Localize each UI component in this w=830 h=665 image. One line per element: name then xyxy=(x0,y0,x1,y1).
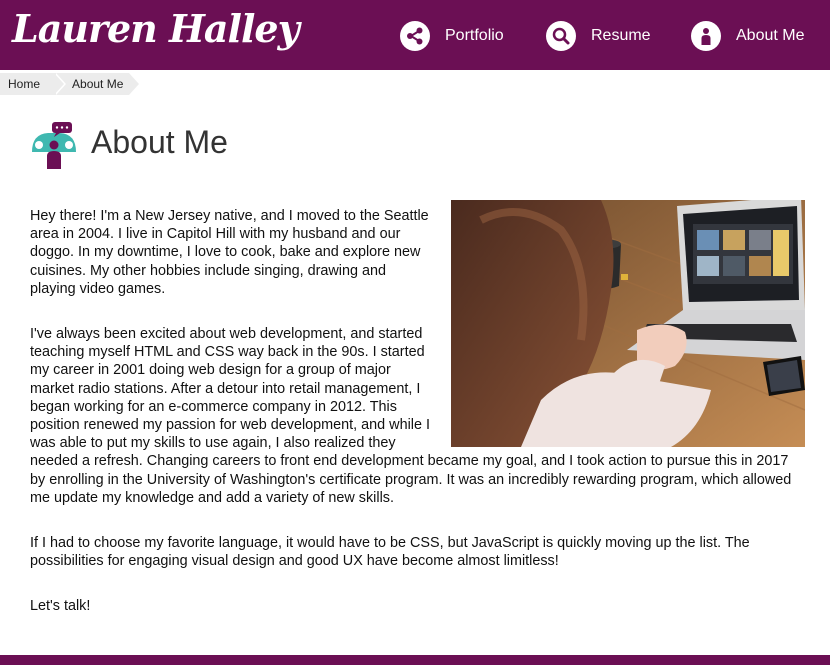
breadcrumb-home[interactable]: Home xyxy=(0,73,67,95)
search-icon xyxy=(546,21,576,51)
site-logo[interactable]: Lauren Halley xyxy=(12,6,300,51)
nav-label-about-me: About Me xyxy=(736,27,805,44)
footer-bar xyxy=(0,655,830,665)
paragraph-languages: If I had to choose my favorite language,… xyxy=(30,535,750,570)
breadcrumb: Home About Me xyxy=(0,73,140,95)
workspace-photo xyxy=(451,200,805,447)
page-title: About Me xyxy=(91,124,228,160)
share-icon xyxy=(400,21,430,51)
nav-item-portfolio[interactable]: Portfolio xyxy=(400,20,504,52)
nav-label-portfolio: Portfolio xyxy=(445,27,504,44)
nav-label-resume: Resume xyxy=(591,27,651,44)
nav-item-about-me[interactable]: About Me xyxy=(691,20,804,52)
paragraph-closing: Let's talk! xyxy=(30,598,91,615)
chat-people-icon xyxy=(30,120,78,170)
nav-item-resume[interactable]: Resume xyxy=(546,20,651,52)
person-icon xyxy=(691,21,721,51)
site-header: Lauren Halley Portfolio Resume About Me xyxy=(0,0,830,70)
about-content: Hey there! I'm a New Jersey native, and … xyxy=(30,200,805,643)
